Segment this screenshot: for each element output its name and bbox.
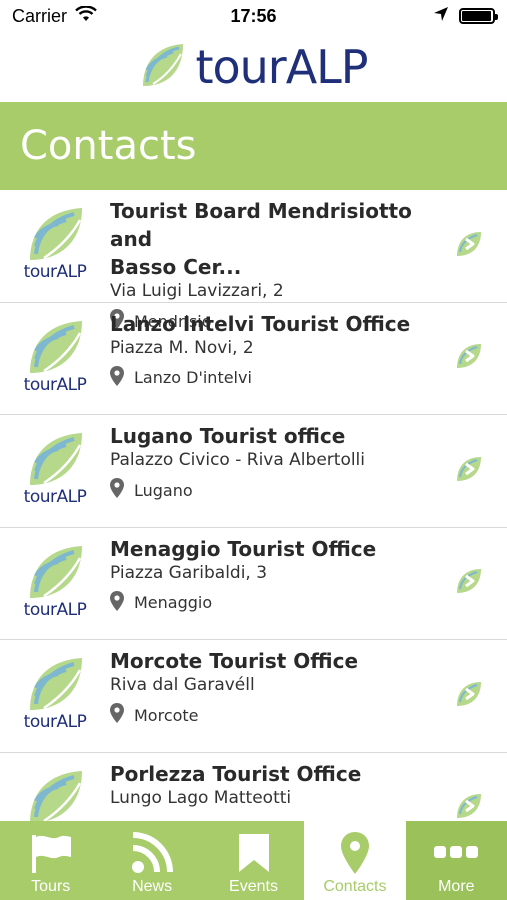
map-pin-icon [110,590,124,615]
map-pin-icon [110,365,124,390]
contact-logo: tourALP [0,640,110,752]
battery-level [462,11,491,21]
title-bar: Contacts [0,102,507,190]
contact-city-label: Menaggio [134,593,213,612]
contact-title: Porlezza Tourist Office [110,761,362,786]
contact-city: Morcote [110,703,437,727]
disclosure-arrow-icon[interactable] [455,230,483,262]
contact-body: Lugano Tourist office Palazzo Civico - R… [110,415,507,502]
contact-address: Piazza Garibaldi, 3 [110,562,268,583]
contact-title: Lanzo Intelvi Tourist Office [110,311,411,336]
contact-logo-text: tourALP [23,712,87,732]
contact-logo-text: tourALP [23,487,87,507]
app-header: tourALP [0,32,507,102]
page-title: Contacts [20,123,197,169]
status-left: Carrier [12,4,97,27]
contact-logo-text: tourALP [23,599,87,620]
map-pin-icon [340,828,369,878]
contact-row[interactable]: tourALP Porlezza Tourist Office Lungo La… [0,753,507,821]
contact-address: Riva dal Garavéll [110,675,255,695]
contact-city-label: Lugano [134,480,193,500]
tourpal-logo-icon [26,431,84,491]
rss-icon [131,828,174,878]
contact-row[interactable]: tourALP Tourist Board Mendrisiotto and B… [0,190,507,331]
disclosure-arrow-icon[interactable] [455,680,483,712]
contact-city: Lugano [110,478,437,502]
tab-label: News [132,878,173,895]
contact-city-label: Lanzo D'intelvi [134,368,252,387]
tab-contacts[interactable]: Contacts [304,821,406,900]
contact-body: Porlezza Tourist Office Lungo Lago Matte… [110,753,507,808]
contact-logo-text: tourALP [23,262,87,282]
map-pin-icon [110,478,124,502]
flag-icon [29,828,73,878]
contact-address: Via Luigi Lavizzari, 2 [110,281,284,301]
tourpal-logo-icon [26,769,84,821]
location-arrow-icon [433,6,449,27]
tourpal-logo-icon [26,206,84,266]
contact-city: Menaggio [110,590,437,615]
tab-bar: Tours News Events Contacts More [0,821,507,900]
tourpal-logo-icon [26,544,84,604]
contact-address: Palazzo Civico - Riva Albertolli [110,450,366,470]
more-icon [434,828,479,878]
disclosure-arrow-icon[interactable] [455,455,483,487]
tourpal-logo-icon [26,656,84,716]
contact-row[interactable]: tourALP Lugano Tourist office Palazzo Ci… [0,415,507,528]
tab-label: Contacts [323,878,387,895]
tab-label: More [438,878,475,895]
contact-city: Lanzo D'intelvi [110,365,437,390]
tab-more[interactable]: More [405,821,507,900]
tab-label: Events [229,878,278,895]
contact-row[interactable]: tourALP Morcote Tourist Office Riva dal … [0,640,507,753]
disclosure-arrow-icon[interactable] [455,792,483,821]
tourpal-logo-icon [139,42,185,92]
contact-city-label: Morcote [134,705,199,725]
contact-address: Piazza M. Novi, 2 [110,337,254,358]
contact-title: Tourist Board Mendrisiotto and [110,199,412,251]
contact-list[interactable]: tourALP Tourist Board Mendrisiotto and B… [0,190,507,821]
status-bar: Carrier 17:56 [0,0,507,32]
tab-label: Tours [31,878,71,895]
tab-news[interactable]: News [101,821,202,900]
contact-logo: tourALP [0,190,110,302]
map-pin-icon [110,703,124,727]
tourpal-logo-icon [26,319,84,379]
contact-title: Morcote Tourist Office [110,649,359,673]
contact-logo: tourALP [0,303,110,415]
tab-tours[interactable]: Tours [0,821,101,900]
wifi-icon [75,4,97,27]
contact-body: Morcote Tourist Office Riva dal Garavéll… [110,640,507,727]
contact-title: Menaggio Tourist Office [110,536,377,561]
disclosure-arrow-icon[interactable] [455,342,483,374]
contact-logo: tourALP [0,415,110,527]
tab-events[interactable]: Events [203,821,304,900]
contact-body: Menaggio Tourist Office Piazza Garibaldi… [110,528,507,615]
contact-address: Lungo Lago Matteotti [110,787,292,808]
disclosure-arrow-icon[interactable] [455,567,483,599]
contact-logo-text: tourALP [23,374,87,395]
battery-icon [459,8,498,24]
contact-body: Lanzo Intelvi Tourist Office Piazza M. N… [110,303,507,390]
contact-logo: tourALP [0,753,110,821]
contact-logo: tourALP [0,528,110,640]
contact-row[interactable]: tourALP Menaggio Tourist Office Piazza G… [0,528,507,640]
bookmark-icon [237,828,271,878]
contact-row[interactable]: tourALP Lanzo Intelvi Tourist Office Pia… [0,303,507,415]
carrier-label: Carrier [12,5,68,26]
status-right [433,6,498,27]
brand-name: tourALP [195,40,368,94]
contact-title-continued: Basso Cer... [110,255,242,279]
contact-title: Lugano Tourist office [110,424,346,448]
